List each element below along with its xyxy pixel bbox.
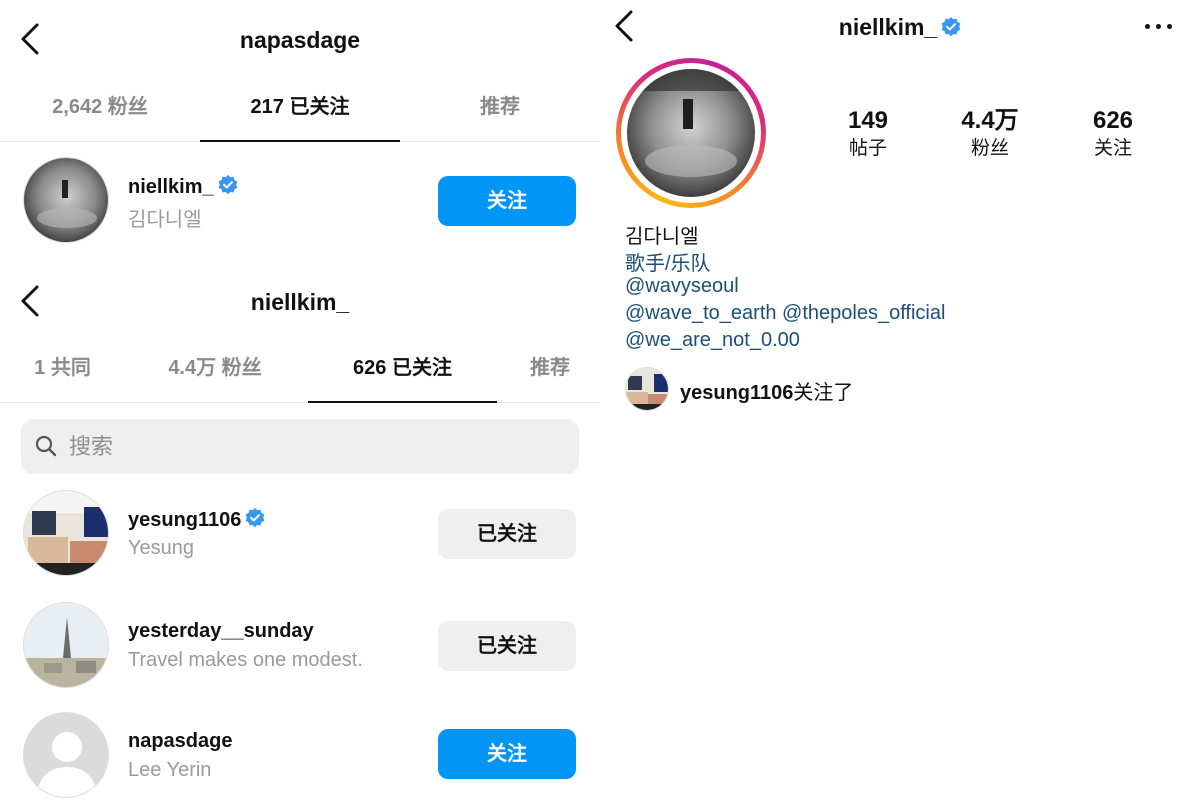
verified-badge-icon [941, 17, 961, 37]
list-item[interactable]: yesung1106 Yesung 已关注 [0, 488, 600, 578]
stat-label: 关注 [1093, 138, 1132, 159]
profile-panel: niellkim_ 149 帖子 4.4万 粉丝 626 关注 김다니엘 歌手/… [600, 0, 1200, 807]
active-tab-indicator [308, 401, 497, 403]
avatar [23, 712, 109, 798]
tab-following[interactable]: 626 已关注 [308, 333, 497, 403]
active-tab-indicator [200, 140, 400, 142]
display-name: Yesung [128, 537, 194, 559]
tab-followers[interactable]: 2,642 粉丝 [0, 72, 200, 142]
username-text: yesung1106 [128, 509, 242, 531]
search-bar[interactable] [21, 419, 579, 474]
tabs-2: 1 共同 4.4万 粉丝 626 已关注 推荐 [0, 333, 600, 403]
avatar-photo [24, 491, 108, 575]
more-options-icon[interactable] [1145, 24, 1175, 34]
stat-posts[interactable]: 149 帖子 [813, 106, 923, 162]
avatar-photo [24, 158, 108, 242]
followed-by-username: yesung1106 [680, 382, 794, 404]
follow-button[interactable]: 关注 [438, 176, 576, 226]
username-text: niellkim_ [128, 176, 214, 198]
avatar-photo [24, 603, 108, 687]
bio-mention[interactable]: @wavyseoul [625, 275, 739, 298]
stat-label: 帖子 [848, 138, 887, 159]
avatar [23, 157, 109, 243]
story-ring[interactable] [616, 58, 766, 208]
username-text: napasdage [128, 730, 233, 752]
stat-label: 粉丝 [970, 138, 1009, 159]
avatar-photo [626, 368, 668, 410]
stat-value: 4.4万 [961, 107, 1019, 134]
stat-followers[interactable]: 4.4万 粉丝 [935, 106, 1045, 162]
display-name: Lee Yerin [128, 759, 212, 781]
followed-by-suffix: 关注了 [793, 382, 854, 404]
bio-mention[interactable]: @wave_to_earth @thepoles_official [625, 302, 945, 325]
default-avatar-icon [24, 713, 108, 797]
search-icon [35, 435, 57, 457]
verified-badge-icon [246, 508, 265, 528]
list-item[interactable]: yesterday__sunday Travel makes one modes… [0, 600, 600, 690]
display-name: 김다니엘 [128, 209, 202, 231]
stat-following[interactable]: 626 关注 [1058, 106, 1168, 162]
stat-value: 626 [1092, 107, 1134, 134]
tab-suggested[interactable]: 推荐 [400, 72, 600, 142]
tab-suggested[interactable]: 推荐 [510, 333, 590, 403]
page-title-2: niellkim_ [250, 289, 350, 315]
left-panel: napasdage 2,642 粉丝 217 已关注 推荐 niellkim_ … [0, 0, 600, 807]
tabs-1: 2,642 粉丝 217 已关注 推荐 [0, 72, 600, 142]
tab-mutual[interactable]: 1 共同 [10, 333, 115, 403]
username-text: yesterday__sunday [128, 620, 314, 642]
tab-followers[interactable]: 4.4万 粉丝 [140, 333, 290, 403]
tab-following[interactable]: 217 已关注 [200, 72, 400, 142]
username[interactable]: napasdage [128, 730, 232, 753]
profile-title: niellkim_ [600, 14, 1200, 41]
avatar [23, 490, 109, 576]
search-input[interactable] [69, 427, 549, 467]
avatar-photo [627, 69, 755, 197]
follow-button[interactable]: 关注 [438, 729, 576, 779]
bio-text: Travel makes one modest. [128, 649, 363, 671]
avatar [23, 602, 109, 688]
profile-username: niellkim_ [838, 14, 938, 40]
followed-by-text[interactable]: yesung1106关注了 [680, 376, 853, 405]
profile-avatar [627, 69, 755, 197]
username[interactable]: niellkim_ [128, 175, 238, 199]
username[interactable]: yesung1106 [128, 508, 265, 532]
profile-display-name: 김다니엘 [625, 226, 699, 248]
page-title-1: napasdage [239, 27, 361, 53]
following-button[interactable]: 已关注 [438, 621, 576, 671]
list-item[interactable]: napasdage Lee Yerin 关注 [0, 710, 600, 800]
bio-mention[interactable]: @we_are_not_0.00 [625, 329, 800, 352]
list-item[interactable]: niellkim_ 김다니엘 关注 [0, 155, 600, 245]
following-button[interactable]: 已关注 [438, 509, 576, 559]
profile-category: 歌手/乐队 [625, 253, 711, 275]
avatar[interactable] [625, 367, 669, 411]
verified-badge-icon [218, 175, 238, 195]
stat-value: 149 [847, 107, 889, 134]
username[interactable]: yesterday__sunday [128, 620, 314, 643]
